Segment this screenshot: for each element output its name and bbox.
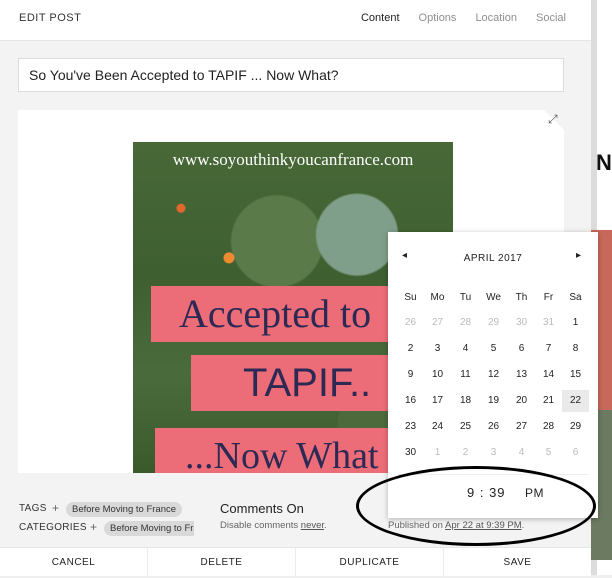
published-text: Published on Apr 22 at 9:39 PM. — [388, 520, 524, 531]
add-category-icon[interactable]: + — [90, 520, 97, 534]
calendar-day[interactable]: 7 — [535, 338, 562, 360]
background-heading: N — [596, 150, 612, 175]
published-suffix: . — [521, 520, 525, 531]
calendar-day[interactable]: 6 — [508, 338, 535, 360]
add-tag-icon[interactable]: + — [52, 501, 59, 515]
date-picker-header: ◂ APRIL 2017 ▸ — [388, 232, 598, 274]
calendar-day[interactable]: 23 — [397, 416, 424, 438]
calendar-day[interactable]: 30 — [397, 442, 424, 464]
calendar-day[interactable]: 10 — [424, 364, 451, 386]
published-date-link[interactable]: Apr 22 at 9:39 PM — [445, 520, 522, 531]
calendar-day[interactable]: 19 — [480, 390, 507, 412]
weekday-label: Fr — [543, 292, 554, 303]
calendar-day[interactable]: 24 — [424, 416, 451, 438]
calendar-day[interactable]: 29 — [562, 416, 589, 438]
duplicate-button[interactable]: DUPLICATE — [296, 548, 444, 576]
calendar-day[interactable]: 27 — [508, 416, 535, 438]
delete-button[interactable]: DELETE — [148, 548, 296, 576]
weekday-label: Sa — [569, 292, 582, 303]
tab-location[interactable]: Location — [475, 12, 517, 24]
calendar-day[interactable]: 3 — [424, 338, 451, 360]
published-prefix: Published on — [388, 520, 446, 531]
calendar-day[interactable]: 28 — [452, 312, 479, 334]
comments-disable-text: Disable comments never. — [220, 520, 327, 531]
calendar-day[interactable]: 5 — [480, 338, 507, 360]
calendar-day[interactable]: 1 — [424, 442, 451, 464]
tab-content[interactable]: Content — [361, 12, 400, 24]
calendar-day[interactable]: 31 — [535, 312, 562, 334]
panel-title: EDIT POST — [19, 12, 82, 24]
weekday-label: Tu — [459, 292, 472, 303]
calendar-day[interactable]: 14 — [535, 364, 562, 386]
calendar-day[interactable]: 26 — [397, 312, 424, 334]
weekday-label: Su — [404, 292, 417, 303]
calendar-day[interactable]: 28 — [535, 416, 562, 438]
calendar-day[interactable]: 27 — [424, 312, 451, 334]
calendar-day[interactable]: 4 — [452, 338, 479, 360]
calendar-day[interactable]: 2 — [397, 338, 424, 360]
weekday-label: Mo — [430, 292, 445, 303]
save-button[interactable]: SAVE — [444, 548, 591, 576]
tag-chip[interactable]: Before Moving to France — [66, 502, 183, 517]
calendar-day[interactable]: 9 — [397, 364, 424, 386]
calendar-day[interactable]: 6 — [562, 442, 589, 464]
comments-suffix: . — [324, 520, 327, 531]
calendar-day[interactable]: 18 — [452, 390, 479, 412]
expand-icon[interactable]: ⤢ — [548, 112, 558, 127]
calendar-day[interactable]: 20 — [508, 390, 535, 412]
comments-prefix: Disable comments — [220, 520, 301, 531]
tags-label: TAGS — [19, 503, 47, 514]
calendar-day[interactable]: 29 — [480, 312, 507, 334]
calendar-day[interactable]: 12 — [480, 364, 507, 386]
comments-never-link[interactable]: never — [301, 520, 324, 531]
action-bar: CANCEL DELETE DUPLICATE SAVE — [0, 547, 591, 576]
calendar-day[interactable]: 5 — [535, 442, 562, 464]
image-url-text: www.soyouthinkyoucanfrance.com — [172, 150, 414, 169]
category-chip[interactable]: Before Moving to France — [104, 521, 194, 536]
calendar-day[interactable]: 26 — [480, 416, 507, 438]
tab-social[interactable]: Social — [536, 12, 566, 24]
comments-status: Comments On — [220, 501, 304, 516]
tab-options[interactable]: Options — [419, 12, 457, 24]
calendar-day[interactable]: 11 — [452, 364, 479, 386]
date-picker: ◂ APRIL 2017 ▸ Su Mo Tu We Th Fr Sa 26 27 28 29 30 3… — [388, 232, 598, 518]
weekday-label: Th — [515, 292, 528, 303]
calendar-day[interactable]: 22 — [562, 390, 589, 412]
time-value[interactable]: 9 : 39 — [467, 485, 506, 500]
calendar-day[interactable]: 15 — [562, 364, 589, 386]
calendar-day[interactable]: 25 — [452, 416, 479, 438]
calendar-day[interactable]: 30 — [508, 312, 535, 334]
panel-header: EDIT POST Content Options Location Socia… — [0, 0, 591, 41]
calendar-day[interactable]: 1 — [562, 312, 589, 334]
calendar-day[interactable]: 21 — [535, 390, 562, 412]
next-month-icon[interactable]: ▸ — [576, 250, 581, 261]
weekday-label: We — [486, 292, 501, 303]
month-label: APRIL 2017 — [463, 253, 523, 264]
tab-bar: Content Options Location Social — [361, 12, 566, 24]
categories-label: CATEGORIES — [19, 522, 87, 533]
calendar-day[interactable]: 8 — [562, 338, 589, 360]
ampm-toggle[interactable]: PM — [525, 486, 544, 500]
calendar-day[interactable]: 13 — [508, 364, 535, 386]
time-field[interactable]: 9 : 39 PM — [397, 474, 588, 509]
post-title-input[interactable] — [18, 58, 564, 92]
calendar-day[interactable]: 17 — [424, 390, 451, 412]
calendar-day[interactable]: 16 — [397, 390, 424, 412]
calendar-day[interactable]: 4 — [508, 442, 535, 464]
calendar-day[interactable]: 2 — [452, 442, 479, 464]
calendar-day[interactable]: 3 — [480, 442, 507, 464]
cancel-button[interactable]: CANCEL — [0, 548, 148, 576]
